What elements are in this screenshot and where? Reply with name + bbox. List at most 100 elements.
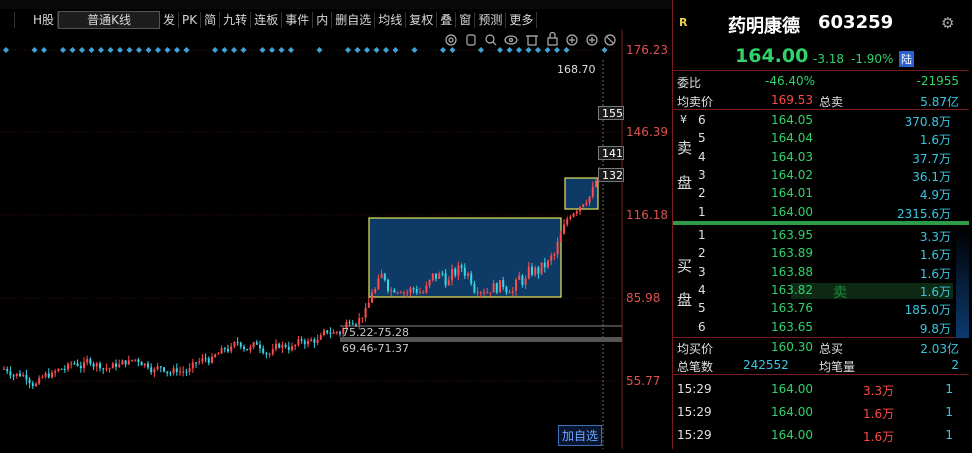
hand-icon	[466, 34, 476, 46]
candle-body	[310, 339, 313, 342]
candle-body	[214, 354, 217, 357]
candle-body	[92, 363, 95, 367]
toolbar-item[interactable]: 预测	[475, 12, 507, 28]
ask-row[interactable]: 1 164.00 2315.6万	[673, 203, 972, 221]
candle-body	[271, 349, 274, 354]
price-label: 176.23	[626, 43, 668, 57]
ratio-row: 委比 -46.40% -21955	[673, 72, 972, 90]
toolbar-item[interactable]: 事件	[282, 12, 314, 28]
candle-body	[38, 377, 41, 384]
candle-body	[422, 292, 425, 294]
candle-body	[51, 372, 53, 378]
toolbar-item[interactable]: 更多	[506, 12, 538, 28]
tick-time: 15:29	[677, 382, 712, 396]
candle-body	[323, 330, 325, 336]
candle-body	[57, 368, 60, 372]
candle-body	[54, 371, 57, 373]
candle-body	[175, 368, 178, 373]
ask-row[interactable]: 2 164.01 4.9万	[673, 184, 972, 202]
level-price: 164.03	[771, 149, 813, 164]
candle-body	[156, 366, 159, 370]
bid-row[interactable]: 4 163.82 1.6万	[673, 281, 972, 299]
candle-body	[95, 363, 98, 367]
kline-chart[interactable]: 176.23 146.39 116.18 85.98 55.77 168.70 …	[0, 30, 672, 449]
toolbar-item[interactable]: 窗	[456, 12, 476, 28]
ask-row[interactable]: 6 164.05 370.8万	[673, 111, 972, 129]
candle-body	[460, 265, 463, 268]
ask-row[interactable]: 4 164.03 37.7万	[673, 148, 972, 166]
candle-body	[380, 273, 383, 279]
ask-row[interactable]: 3 164.02 36.1万	[673, 166, 972, 184]
candle-body	[559, 233, 562, 242]
toolbar-item[interactable]: PK	[179, 12, 202, 28]
toolbar-item[interactable]: 简	[201, 12, 221, 28]
level-num: 5	[698, 131, 706, 146]
candle-body	[259, 344, 261, 349]
toolbar-item[interactable]: 复权	[406, 12, 438, 28]
toolbar-item[interactable]: 九转	[220, 12, 252, 28]
tick-volume: 1.6万	[863, 407, 895, 421]
level-volume: 3.3万	[919, 230, 951, 244]
divider	[673, 109, 969, 110]
candle-body	[527, 266, 530, 279]
candle-body	[403, 292, 405, 294]
signal-diamond	[259, 47, 266, 53]
candle-body	[121, 360, 124, 365]
signal-diamond	[3, 47, 9, 53]
candle-body	[476, 292, 479, 294]
candle-body	[230, 346, 233, 352]
tick-row: 15:29 164.00 3.3万 1	[673, 380, 972, 398]
signal-diamond	[31, 47, 38, 53]
candle-body	[303, 340, 306, 345]
candle-body	[492, 283, 495, 293]
level-volume: 1.6万	[919, 284, 951, 299]
total-sell: 5.87亿	[920, 95, 959, 109]
bid-row[interactable]: 6 163.65 9.8万	[673, 318, 972, 336]
candle-body	[364, 307, 367, 318]
toolbar-item[interactable]: 发	[160, 12, 180, 28]
kline-type-select[interactable]: 普通K线	[58, 11, 161, 29]
signal-diamond	[212, 47, 218, 53]
candle-body	[595, 180, 597, 187]
toolbar-item[interactable]: 删自选	[332, 12, 376, 28]
candle-body	[371, 292, 373, 303]
ratio-pct: -46.40%	[765, 74, 816, 88]
bid-row[interactable]: 3 163.88 1.6万	[673, 263, 972, 281]
candle-body	[431, 273, 434, 280]
signal-diamond	[440, 47, 446, 53]
level-price: 164.01	[771, 186, 813, 201]
tick-count: 1	[945, 428, 953, 442]
add-to-watchlist-button[interactable]: 加自选	[558, 425, 603, 446]
candle-body	[428, 279, 431, 286]
divider	[673, 70, 969, 71]
candle-body	[521, 275, 524, 285]
candle-body	[534, 267, 537, 275]
last-price: 164.00	[735, 45, 809, 67]
bid-row[interactable]: 5 163.76 185.0万	[673, 299, 972, 317]
candle-body	[118, 364, 121, 367]
candle-body	[486, 292, 489, 294]
candle-body	[60, 368, 63, 370]
signal-diamond	[240, 47, 247, 53]
candle-body	[332, 332, 335, 334]
settings-gear-icon[interactable]: ⚙	[941, 14, 954, 32]
signal-diamond	[183, 47, 190, 53]
bid-row[interactable]: 1 163.95 3.3万	[673, 226, 972, 244]
candle-body	[297, 339, 300, 345]
toolbar-item[interactable]: 均线	[375, 12, 407, 28]
candle-body	[19, 373, 21, 377]
kline-canvas[interactable]	[0, 30, 672, 449]
candle-body	[524, 278, 527, 285]
ask-row[interactable]: 5 164.04 1.6万	[673, 129, 972, 147]
toolbar-item[interactable]: 连板	[251, 12, 283, 28]
bid-row[interactable]: 2 163.89 1.6万	[673, 244, 972, 262]
candle-body	[575, 211, 578, 214]
candle-body	[499, 280, 501, 293]
market-select[interactable]: H股	[15, 12, 59, 28]
toolbar-item[interactable]: 叠	[437, 12, 457, 28]
candle-body	[255, 342, 258, 345]
candle-body	[166, 371, 169, 374]
toolbar-item[interactable]: 内	[313, 12, 333, 28]
candle-body	[358, 318, 361, 325]
candle-body	[124, 360, 127, 365]
